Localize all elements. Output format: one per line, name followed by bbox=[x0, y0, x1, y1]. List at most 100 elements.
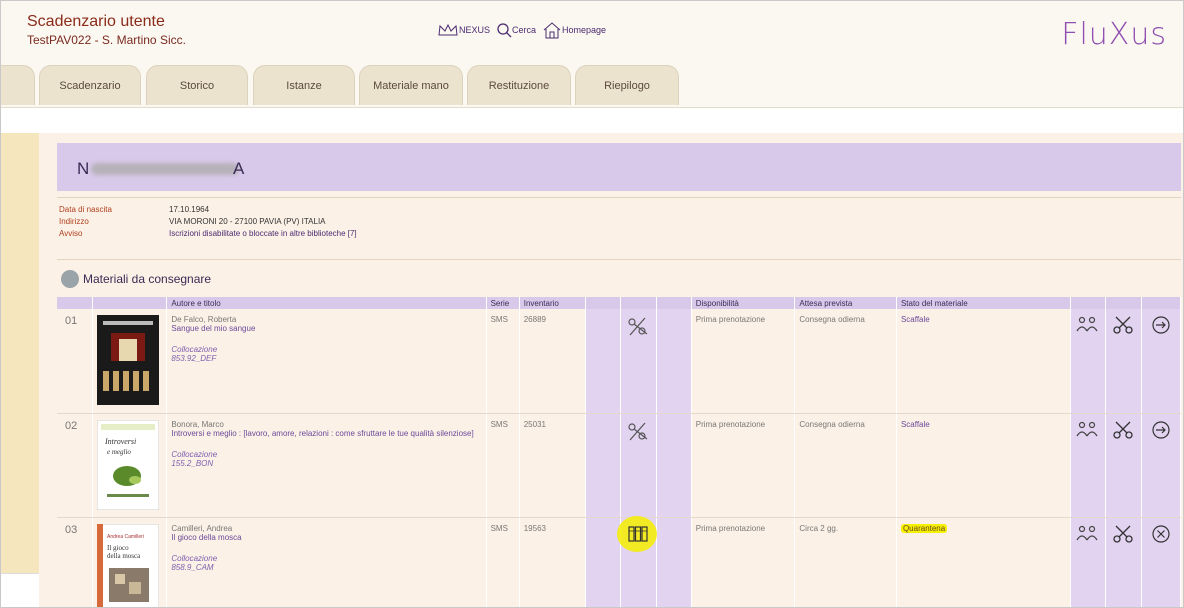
tab-hidden[interactable] bbox=[1, 65, 35, 105]
stato-cell: Scaffale bbox=[896, 309, 1072, 414]
nexus-link[interactable]: NEXUS bbox=[437, 23, 490, 37]
disponibilita-cell: Prima prenotazione bbox=[691, 413, 796, 518]
svg-text:della mosca: della mosca bbox=[107, 552, 141, 560]
scissors-icon[interactable] bbox=[1112, 315, 1134, 335]
users-icon[interactable] bbox=[1076, 420, 1100, 440]
svg-text:Introversi: Introversi bbox=[104, 437, 136, 446]
action-cell[interactable] bbox=[1105, 517, 1142, 607]
action-cell[interactable] bbox=[1141, 309, 1182, 414]
header-cell bbox=[57, 297, 93, 309]
app-frame: Scadenzario utente TestPAV022 - S. Marti… bbox=[0, 0, 1184, 608]
collocazione-label: Collocazione bbox=[171, 345, 218, 354]
action-cell[interactable] bbox=[1105, 309, 1142, 414]
header-cell bbox=[656, 297, 692, 309]
row-number: 03 bbox=[57, 517, 93, 607]
book-cover-image[interactable]: Introversi e meglio bbox=[96, 419, 159, 510]
status-icon-cell[interactable] bbox=[620, 309, 657, 414]
action-cell[interactable] bbox=[1141, 517, 1182, 607]
table-row: 03 Andrea Camilleri Il gioco della mosca bbox=[57, 515, 1182, 608]
cover-cell bbox=[92, 309, 168, 414]
attesa-cell: Consegna odierna bbox=[794, 413, 897, 518]
collocazione-value: 853.92_DEF bbox=[171, 354, 217, 363]
books-icon[interactable] bbox=[627, 524, 649, 544]
search-link[interactable]: Cerca bbox=[496, 22, 536, 38]
app-title: Scadenzario utente bbox=[27, 13, 165, 30]
stato-cell: Quarantena bbox=[896, 517, 1072, 607]
home-icon bbox=[543, 22, 561, 39]
svg-text:Andrea Camilleri: Andrea Camilleri bbox=[107, 534, 144, 540]
notice-link[interactable]: Iscrizioni disabilitate o bloccate in al… bbox=[169, 229, 357, 238]
info-row: Avviso Iscrizioni disabilitate o bloccat… bbox=[59, 227, 1183, 239]
tab-riepilogo[interactable]: Riepilogo bbox=[575, 65, 679, 105]
action-cell[interactable] bbox=[1070, 413, 1107, 518]
section-title-label: Materiali da consegnare bbox=[83, 272, 212, 286]
status-icon-cell[interactable] bbox=[617, 515, 658, 607]
empty-cell bbox=[656, 517, 692, 607]
action-cell[interactable] bbox=[1070, 517, 1107, 607]
row-number: 02 bbox=[57, 413, 93, 518]
author-title-cell: Bonora, Marco Introversi e meglio : [lav… bbox=[166, 413, 487, 518]
users-icon[interactable] bbox=[1076, 315, 1100, 335]
scissors-icon[interactable] bbox=[627, 420, 649, 442]
info-row: Indirizzo VIA MORONI 20 - 27100 PAVIA (P… bbox=[59, 215, 1183, 227]
user-name-bar: N A bbox=[57, 143, 1181, 191]
disponibilita-cell: Prima prenotazione bbox=[691, 517, 796, 607]
header-serie: Serie bbox=[486, 297, 520, 309]
quarantine-status: Quarantena bbox=[900, 523, 948, 533]
scissors-icon[interactable] bbox=[627, 315, 649, 337]
user-name-end: A bbox=[233, 159, 245, 178]
collocazione-label: Collocazione bbox=[171, 553, 218, 563]
book-title-link[interactable]: Il gioco della mosca bbox=[171, 533, 481, 542]
homepage-link[interactable]: Homepage bbox=[542, 21, 606, 39]
attesa-cell: Circa 2 gg. bbox=[794, 517, 897, 607]
search-label: Cerca bbox=[512, 25, 537, 35]
header-author: Autore e titolo bbox=[166, 297, 487, 309]
status-icon-cell[interactable] bbox=[620, 413, 657, 518]
author-title-cell: De Falco, Roberta Sangue del mio sangue … bbox=[166, 309, 487, 414]
book-cover-image[interactable]: Andrea Camilleri Il gioco della mosca bbox=[96, 523, 159, 608]
tab-scadenzario[interactable]: Scadenzario bbox=[39, 65, 141, 105]
book-title-link[interactable]: Sangue del mio sangue bbox=[171, 324, 481, 333]
table-header-row: Autore e titolo Serie Inventario Disponi… bbox=[57, 297, 1182, 309]
book-title-link[interactable]: Introversi e meglio : [lavoro, amore, re… bbox=[171, 429, 481, 438]
arrow-right-circle-icon[interactable] bbox=[1151, 315, 1171, 335]
cover-cell: Andrea Camilleri Il gioco della mosca bbox=[92, 517, 168, 608]
nexus-label: NEXUS bbox=[459, 25, 491, 35]
homepage-label: Homepage bbox=[562, 25, 607, 35]
header-disponibilita: Disponibilità bbox=[691, 297, 796, 309]
action-cell[interactable] bbox=[1105, 413, 1142, 518]
info-row: Data di nascita 17.10.1964 bbox=[59, 203, 1183, 215]
header-attesa: Attesa prevista bbox=[794, 297, 897, 309]
serie-cell: SMS bbox=[486, 309, 520, 414]
x-circle-icon[interactable] bbox=[1151, 524, 1171, 544]
inventario-cell: 19563 bbox=[519, 517, 587, 607]
header-cell bbox=[1141, 297, 1182, 309]
tab-storico[interactable]: Storico bbox=[146, 65, 248, 105]
book-cover-image[interactable] bbox=[96, 315, 159, 405]
arrow-right-circle-icon[interactable] bbox=[1151, 420, 1171, 440]
tab-restituzione[interactable]: Restituzione bbox=[467, 65, 571, 105]
action-cell[interactable] bbox=[1141, 413, 1182, 518]
empty-cell bbox=[585, 413, 622, 518]
header-cell bbox=[585, 297, 622, 309]
inventario-cell: 25031 bbox=[519, 413, 587, 518]
scissors-icon[interactable] bbox=[1112, 524, 1134, 544]
address-label: Indirizzo bbox=[59, 216, 89, 226]
tab-istanze[interactable]: Istanze bbox=[253, 65, 355, 105]
serie-cell: SMS bbox=[486, 413, 520, 518]
action-cell[interactable] bbox=[1070, 309, 1107, 414]
users-icon[interactable] bbox=[1076, 524, 1100, 544]
author-title-cell: Camilleri, Andrea Il gioco della mosca C… bbox=[166, 517, 487, 607]
inventario-cell: 26889 bbox=[519, 309, 587, 414]
stato-cell: Scaffale bbox=[896, 413, 1072, 518]
crown-icon bbox=[438, 23, 458, 36]
scissors-icon[interactable] bbox=[1112, 420, 1134, 440]
sidebar-footer bbox=[1, 573, 39, 607]
book-author: Camilleri, Andrea bbox=[171, 523, 233, 533]
disponibilita-cell: Prima prenotazione bbox=[691, 309, 796, 414]
collocazione-value: 155.2_BON bbox=[171, 458, 214, 468]
fluxus-logo: FluXus bbox=[1061, 17, 1167, 52]
tab-materiale-mano[interactable]: Materiale mano bbox=[359, 65, 463, 105]
empty-cell bbox=[585, 517, 622, 607]
serie-cell: SMS bbox=[486, 517, 520, 607]
